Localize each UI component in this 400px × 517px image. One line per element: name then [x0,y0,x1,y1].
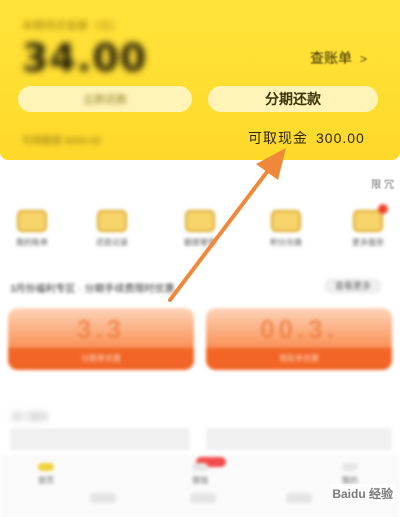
bill-icon [17,210,47,232]
cash-withdraw-value: 300.00 [316,130,365,146]
notification-badge [378,204,388,214]
account-card: 本期待还金额（元） 34.00 查账单 > 立即还款 分期还款 可用额度 8000… [0,0,400,160]
recommend-card[interactable] [10,428,190,450]
watermark: Baidu 经验 [329,484,396,503]
nav-label: 借钱 [192,476,208,485]
nav-label: 首页 [38,476,54,485]
coupon-headline: 3.3 [76,314,126,344]
nav-me[interactable]: 我的 [320,463,380,486]
borrow-icon [192,463,208,471]
repay-button-label: 立即还款 [83,94,127,106]
nav-placeholder [90,493,116,503]
promo-title: 3月份福利专区 · 分期手续费限时优惠 [10,284,175,295]
cash-withdraw[interactable]: 可取现金 300.00 [248,128,365,148]
shortcut-label: 额度管理 [184,238,216,247]
coupon-caption: 分期享优惠 [8,348,194,370]
profile-icon [342,463,358,471]
gift-icon [271,210,301,232]
amount-due: 34.00 [22,36,148,80]
nav-borrow[interactable]: 借钱 [170,463,230,486]
nav-placeholder [190,493,216,503]
shortcut-records[interactable]: 还款记录 [80,202,144,248]
more-icon [353,210,383,232]
promo-coupon[interactable]: 3.3 分期享优惠 [8,308,194,370]
section-title: 热门推荐 [12,412,49,422]
promo-more-button[interactable]: 查看更多 [324,278,382,294]
nav-placeholder [286,493,312,503]
repay-button[interactable]: 立即还款 [18,86,192,112]
shortcut-label: 我的账单 [16,238,48,247]
nav-home[interactable]: 首页 [16,463,76,486]
cash-withdraw-label: 可取现金 [248,130,308,146]
shortcut-more[interactable]: 更多服务 [336,202,400,248]
shortcut-points[interactable]: 积分兑换 [254,202,318,248]
shortcut-label: 更多服务 [352,238,384,247]
shortcut-label: 还款记录 [96,238,128,247]
installment-repay-label: 分期还款 [265,91,321,107]
home-icon [38,463,54,471]
shortcut-limit[interactable]: 额度管理 [168,202,232,248]
shortcut-bills[interactable]: 我的账单 [0,202,64,248]
chevron-right-icon: > [360,52,368,66]
view-bill-link[interactable]: 查账单 > [310,48,367,68]
coupon-caption: 借款享优惠 [206,348,392,370]
installment-repay-button[interactable]: 分期还款 [208,86,378,112]
wallet-icon [185,210,215,232]
limit-note: 可用额度 8000.00 [22,136,101,147]
amount-caption: 本期待还金额（元） [22,20,121,32]
coupon-headline: 00.3. [260,314,338,344]
view-bill-label: 查账单 [310,50,352,66]
notice-tag: 限 冗 [371,180,394,191]
shortcut-row: 我的账单 还款记录 额度管理 积分兑换 更多服务 [0,202,400,258]
promo-coupon[interactable]: 00.3. 借款享优惠 [206,308,392,370]
card-icon [97,210,127,232]
recommend-card[interactable] [206,428,392,450]
shortcut-label: 积分兑换 [270,238,302,247]
